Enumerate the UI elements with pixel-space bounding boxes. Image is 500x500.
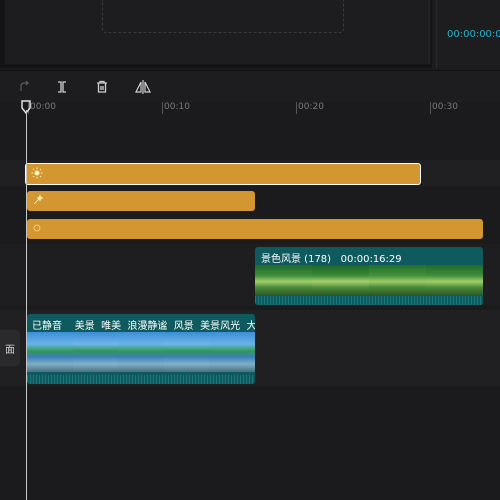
thumbnail (312, 265, 369, 295)
current-timecode: 00:00:00:00 (447, 29, 500, 40)
ruler-tick (296, 102, 297, 114)
redo-button[interactable] (14, 77, 34, 97)
blank-effect-icon (33, 224, 41, 232)
split-icon (58, 81, 66, 93)
mirror-icon (135, 80, 151, 94)
timeline-toolbar (0, 70, 500, 103)
thumbnail (426, 265, 483, 295)
timeline[interactable]: 00:00 00:10 00:20 00:30 景色风景 (178) 00:00… (0, 102, 500, 500)
thumbnail (255, 265, 312, 295)
effect-clip[interactable] (27, 219, 483, 239)
ruler-tick-label: 00:00 (30, 102, 56, 112)
audio-waveform (255, 296, 483, 305)
sun-effect-icon (31, 167, 43, 179)
ruler-tick-label: 00:10 (164, 102, 190, 112)
clip-thumbnails (27, 332, 255, 372)
video-clip-main[interactable]: 已静音 美景 唯美 浪漫静谧 风景 美景风光 大海 (27, 314, 255, 384)
split-button[interactable] (52, 77, 72, 97)
ruler-tick (162, 102, 163, 114)
sparkle-effect-icon (33, 194, 44, 205)
thumbnail (209, 332, 255, 372)
side-tab-label: 面 (5, 344, 15, 356)
preview-frame (102, 0, 344, 33)
video-clip-scenery[interactable]: 景色风景 (178) 00:00:16:29 (255, 247, 483, 305)
thumbnail (369, 265, 426, 295)
ruler-tick-label: 00:30 (432, 102, 458, 112)
preview-canvas (5, 0, 430, 64)
thumbnail (163, 332, 210, 372)
effect-clip[interactable] (27, 191, 255, 211)
side-tab-cover[interactable]: 面 (0, 330, 20, 366)
delete-icon (97, 80, 107, 93)
thumbnail (72, 332, 119, 372)
clip-title: 景色风景 (178) 00:00:16:29 (261, 254, 402, 265)
preview-pane (0, 0, 432, 68)
effect-clip[interactable] (25, 163, 421, 185)
ruler-tick-label: 00:20 (298, 102, 324, 112)
clip-thumbnails (255, 265, 483, 295)
delete-button[interactable] (92, 77, 112, 97)
playhead-line[interactable] (26, 110, 27, 500)
clip-labels: 已静音 美景 唯美 浪漫静谧 风景 美景风光 大海 (32, 321, 255, 332)
redo-icon (20, 80, 29, 91)
mirror-button[interactable] (133, 77, 153, 97)
thumbnail (118, 332, 164, 372)
ruler-tick (430, 102, 431, 114)
time-ruler[interactable]: 00:00 00:10 00:20 00:30 (0, 102, 500, 116)
audio-waveform (27, 375, 255, 384)
thumbnail (27, 332, 73, 372)
